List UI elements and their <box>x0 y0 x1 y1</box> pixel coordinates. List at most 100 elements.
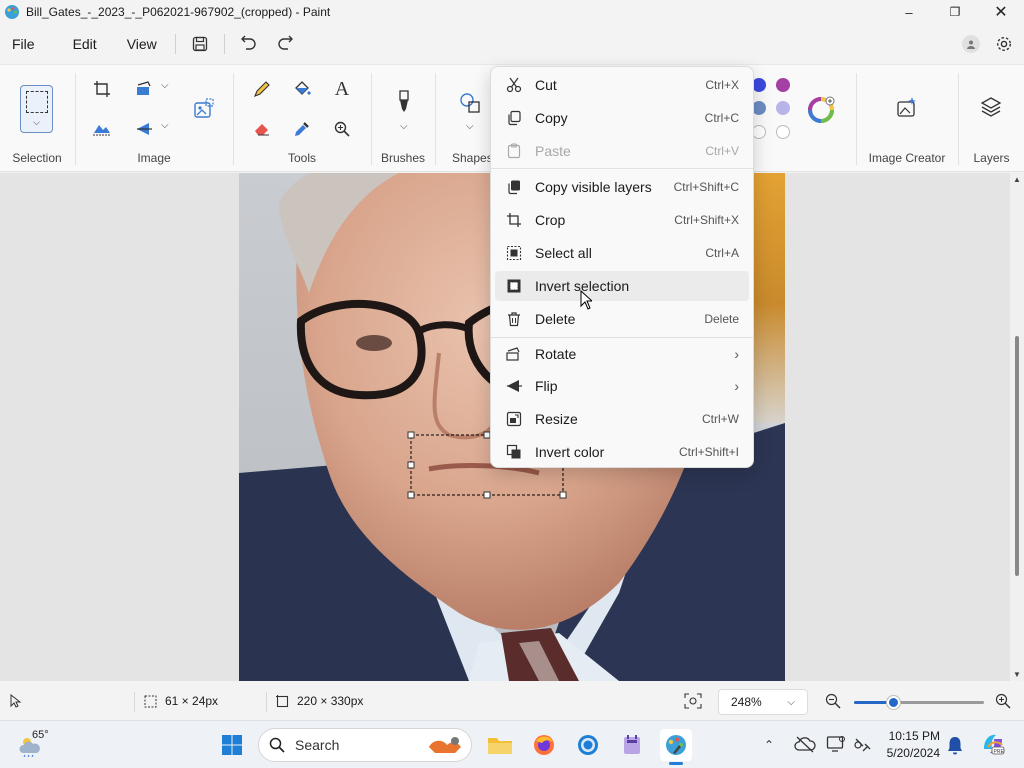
text-button[interactable]: A <box>328 75 356 103</box>
edit-menu[interactable]: Edit <box>61 28 109 60</box>
menu-item-label: Rotate <box>535 346 577 362</box>
chevron-down-icon[interactable]: ⌵ <box>161 120 169 131</box>
magnifier-button[interactable] <box>328 115 356 143</box>
chevron-up-icon: ⌃ <box>764 738 775 752</box>
undo-button[interactable] <box>231 28 267 60</box>
show-hidden-icons-button[interactable]: ⌃ <box>764 737 780 753</box>
fill-button[interactable] <box>288 75 316 103</box>
weather-temperature: 65° <box>32 729 49 741</box>
menu-item-invert-selection[interactable]: Invert selection <box>495 271 749 301</box>
resize-button[interactable] <box>130 75 158 103</box>
resize-icon <box>137 81 151 95</box>
settings-button[interactable] <box>994 34 1014 54</box>
display-button[interactable] <box>826 735 846 755</box>
menu-item-crop[interactable]: Crop Ctrl+Shift+X <box>495 205 749 235</box>
edit-colors-button[interactable] <box>808 95 836 123</box>
account-button[interactable] <box>962 35 980 53</box>
file-explorer-button[interactable] <box>484 729 516 761</box>
onedrive-button[interactable] <box>794 735 816 755</box>
scrollbar-thumb[interactable] <box>1015 336 1019 576</box>
flip-button[interactable] <box>130 115 158 143</box>
menu-item-shortcut: Ctrl+A <box>705 246 739 260</box>
shapes-icon <box>460 93 480 113</box>
invert-color-icon <box>505 443 523 461</box>
notifications-button[interactable] <box>946 735 966 755</box>
menu-item-select-all[interactable]: Select all Ctrl+A <box>495 238 749 268</box>
start-button[interactable] <box>216 729 248 761</box>
menu-item-label: Flip <box>535 378 558 394</box>
menu-item-copy[interactable]: Copy Ctrl+C <box>495 103 749 133</box>
zoom-slider[interactable] <box>854 696 984 709</box>
menu-item-cut[interactable]: Cut Ctrl+X <box>495 70 749 100</box>
taskbar: 65° Search ⌃ 10:15 PM 5/20/2024 PRE <box>0 720 1024 768</box>
menu-item-rotate[interactable]: Rotate › <box>495 339 749 369</box>
color-swatch-blue[interactable] <box>752 78 766 92</box>
eraser-icon <box>255 124 269 136</box>
color-swatch-empty[interactable] <box>776 125 790 139</box>
save-button[interactable] <box>182 28 218 60</box>
fit-to-window-button[interactable] <box>684 693 704 711</box>
menu-item-invert-color[interactable]: Invert color Ctrl+Shift+I <box>495 437 749 467</box>
image-creator-small-button[interactable] <box>190 95 218 123</box>
undo-icon <box>240 35 256 50</box>
close-icon: ✕ <box>994 4 1008 21</box>
weather-widget[interactable]: 65° <box>18 729 58 761</box>
color-swatch-steel[interactable] <box>752 101 766 115</box>
menu-item-delete[interactable]: Delete Delete <box>495 304 749 334</box>
paint-taskbar-button[interactable] <box>660 729 692 765</box>
selection-tool-button[interactable]: ⌵ <box>20 85 53 133</box>
view-menu[interactable]: View <box>115 28 169 60</box>
pencil-button[interactable] <box>248 75 276 103</box>
scroll-down-arrow-icon[interactable]: ▼ <box>1013 670 1021 679</box>
vertical-scrollbar[interactable]: ▲ ▼ <box>1010 173 1024 681</box>
selection-size: 61 × 24px <box>144 694 218 708</box>
file-menu[interactable]: File <box>0 28 47 60</box>
redo-button[interactable] <box>267 28 303 60</box>
menu-item-flip[interactable]: Flip › <box>495 371 749 401</box>
chevron-down-icon[interactable]: ⌵ <box>400 121 408 132</box>
image-size-value: 220 × 330px <box>297 694 364 708</box>
chrome-button[interactable] <box>572 729 604 761</box>
minimize-button[interactable]: – <box>886 0 932 24</box>
scroll-up-arrow-icon[interactable]: ▲ <box>1013 175 1021 184</box>
remove-background-button[interactable] <box>88 115 116 143</box>
zoom-out-button[interactable] <box>825 693 843 711</box>
zoom-slider-thumb[interactable] <box>887 696 900 709</box>
notepad-button[interactable] <box>616 729 648 761</box>
layers-button[interactable] <box>977 93 1005 121</box>
selection-size-icon <box>144 695 157 707</box>
menu-item-resize[interactable]: Resize Ctrl+W <box>495 404 749 434</box>
copy-icon <box>505 109 523 127</box>
gear-icon <box>996 36 1012 52</box>
network-button[interactable] <box>852 735 872 755</box>
menu-item-copy-visible-layers[interactable]: Copy visible layers Ctrl+Shift+C <box>495 172 749 202</box>
firefox-button[interactable] <box>528 729 560 761</box>
chevron-down-icon[interactable]: ⌵ <box>161 80 169 91</box>
menu-item-shortcut: Ctrl+Shift+X <box>674 213 739 227</box>
color-swatch-empty[interactable] <box>752 125 766 139</box>
shapes-button[interactable] <box>456 89 484 117</box>
brushes-button[interactable] <box>390 87 418 115</box>
color-swatch-purple[interactable] <box>776 78 790 92</box>
crop-button[interactable] <box>88 75 116 103</box>
image-group: ⌵ ⌵ Image <box>76 65 232 173</box>
menu-item-label: Select all <box>535 245 592 261</box>
image-creator-button[interactable] <box>893 93 921 121</box>
chevron-down-icon[interactable]: ⌵ <box>466 121 474 132</box>
maximize-button[interactable]: ❐ <box>932 0 978 24</box>
copilot-button[interactable]: PRE <box>980 731 1008 759</box>
zoom-dropdown[interactable]: 248% ⌵ <box>718 689 808 715</box>
zoom-in-button[interactable] <box>995 693 1013 711</box>
eraser-button[interactable] <box>248 115 276 143</box>
taskbar-search[interactable]: Search <box>258 728 472 762</box>
close-button[interactable]: ✕ <box>978 0 1024 24</box>
taskbar-clock[interactable]: 10:15 PM 5/20/2024 <box>887 728 940 762</box>
menu-item-shortcut: Ctrl+Shift+I <box>678 445 739 459</box>
menu-divider <box>223 34 225 54</box>
color-swatch-lavender[interactable] <box>776 101 790 115</box>
rectangle-select-icon <box>25 91 48 113</box>
menu-item-paste[interactable]: Paste Ctrl+V <box>495 136 749 166</box>
search-label: Search <box>295 737 340 753</box>
color-picker-button[interactable] <box>288 115 316 143</box>
crop-icon <box>94 81 110 97</box>
